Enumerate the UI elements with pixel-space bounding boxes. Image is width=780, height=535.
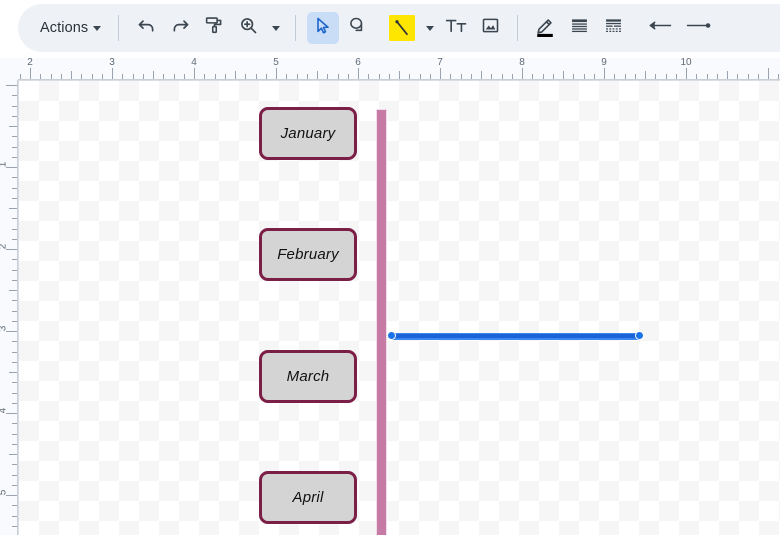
vertical-ruler[interactable]: 1 2 3 4 5 [0, 80, 18, 535]
ruler-tick [440, 68, 441, 79]
ruler-label: 3 [0, 321, 9, 337]
ruler-label: 5 [268, 58, 284, 68]
toolbar-divider-2 [295, 15, 296, 41]
ruler-label: 5 [0, 485, 9, 501]
ruler-tick [9, 372, 17, 373]
shape-icon [347, 15, 368, 41]
connector-handle-end[interactable] [635, 331, 644, 340]
node-label: February [277, 246, 339, 263]
ruler-tick [6, 85, 17, 86]
caret-down-icon [93, 26, 101, 31]
line-dropdown-button[interactable] [420, 12, 438, 44]
line-style-tool[interactable] [597, 12, 629, 44]
line-start-tool[interactable] [642, 12, 678, 44]
ruler-tick [399, 71, 400, 79]
pencil-icon [534, 14, 556, 43]
line-end-arrow-icon [683, 15, 713, 41]
drawing-canvas[interactable]: January February March April [18, 80, 780, 535]
image-icon [480, 15, 501, 41]
ruler-tick [481, 71, 482, 79]
ruler-tick [645, 71, 646, 79]
lines-solid-icon [569, 15, 590, 41]
ruler-label: 2 [0, 239, 9, 255]
ruler-tick [235, 71, 236, 79]
node-april[interactable]: April [259, 471, 357, 524]
ruler-tick [317, 71, 318, 79]
actions-menu[interactable]: Actions [34, 12, 107, 44]
ruler-label: 10 [678, 58, 694, 68]
ruler-tick [9, 454, 17, 455]
line-start-arrow-icon [645, 15, 675, 41]
ruler-tick [9, 208, 17, 209]
ruler-tick [563, 71, 564, 79]
ruler-tick [522, 68, 523, 79]
chevron-down-icon-2 [426, 26, 434, 31]
node-march[interactable]: March [259, 350, 357, 403]
undo-icon [136, 15, 157, 41]
pencil-color-tool[interactable] [529, 12, 561, 44]
ruler-tick [727, 71, 728, 79]
node-january[interactable]: January [259, 107, 357, 160]
zoom-button[interactable] [232, 12, 264, 44]
undo-button[interactable] [130, 12, 162, 44]
ruler-tick [153, 71, 154, 79]
timeline-bar[interactable] [376, 109, 387, 535]
connector-line[interactable] [392, 334, 640, 338]
ruler-tick [358, 68, 359, 79]
zoom-in-icon [238, 15, 259, 41]
ruler-label: 1 [0, 157, 9, 173]
connector-handle-start[interactable] [387, 331, 396, 340]
ruler-tick [112, 68, 113, 79]
ruler-label: 4 [186, 58, 202, 68]
lines-dashed-icon [603, 15, 624, 41]
node-label: March [287, 368, 330, 385]
text-tool[interactable] [440, 12, 472, 44]
ruler-label: 2 [22, 58, 38, 68]
redo-icon [170, 15, 191, 41]
ruler-tick [276, 68, 277, 79]
ruler-label: 8 [514, 58, 530, 68]
horizontal-ruler[interactable]: 2 3 4 5 6 7 8 9 10 [18, 58, 780, 80]
ruler-tick [30, 68, 31, 79]
toolbar-region: Actions [0, 0, 780, 56]
toolbar-divider [118, 15, 119, 41]
format-painter-button[interactable] [198, 12, 230, 44]
line-tool[interactable] [386, 12, 418, 44]
ruler-tick [768, 68, 769, 79]
select-tool[interactable] [307, 12, 339, 44]
ruler-tick [194, 68, 195, 79]
ruler-tick [71, 71, 72, 79]
toolbar-divider-3 [517, 15, 518, 41]
shape-tool[interactable] [341, 12, 373, 44]
node-label: January [281, 125, 336, 142]
text-format-icon [445, 15, 468, 41]
node-february[interactable]: February [259, 228, 357, 281]
ruler-tick [9, 290, 17, 291]
image-tool[interactable] [474, 12, 506, 44]
line-end-tool[interactable] [680, 12, 716, 44]
redo-button[interactable] [164, 12, 196, 44]
ruler-label: 7 [432, 58, 448, 68]
fill-style-tool[interactable] [563, 12, 595, 44]
node-label: April [292, 489, 323, 506]
chevron-down-icon [272, 26, 280, 31]
main-toolbar: Actions [18, 4, 780, 52]
paint-roller-icon [204, 15, 225, 41]
ruler-tick [686, 68, 687, 79]
actions-menu-label: Actions [36, 20, 90, 36]
ruler-label: 9 [596, 58, 612, 68]
pen-line-icon [389, 15, 415, 41]
diagram-editor-window: Actions [0, 0, 780, 535]
ruler-tick [9, 126, 17, 127]
ruler-corner [0, 58, 18, 80]
zoom-dropdown-button[interactable] [266, 12, 284, 44]
ruler-label: 6 [350, 58, 366, 68]
ruler-tick [604, 68, 605, 79]
cursor-arrow-icon [313, 16, 333, 41]
ruler-label: 3 [104, 58, 120, 68]
ruler-label: 4 [0, 403, 9, 419]
